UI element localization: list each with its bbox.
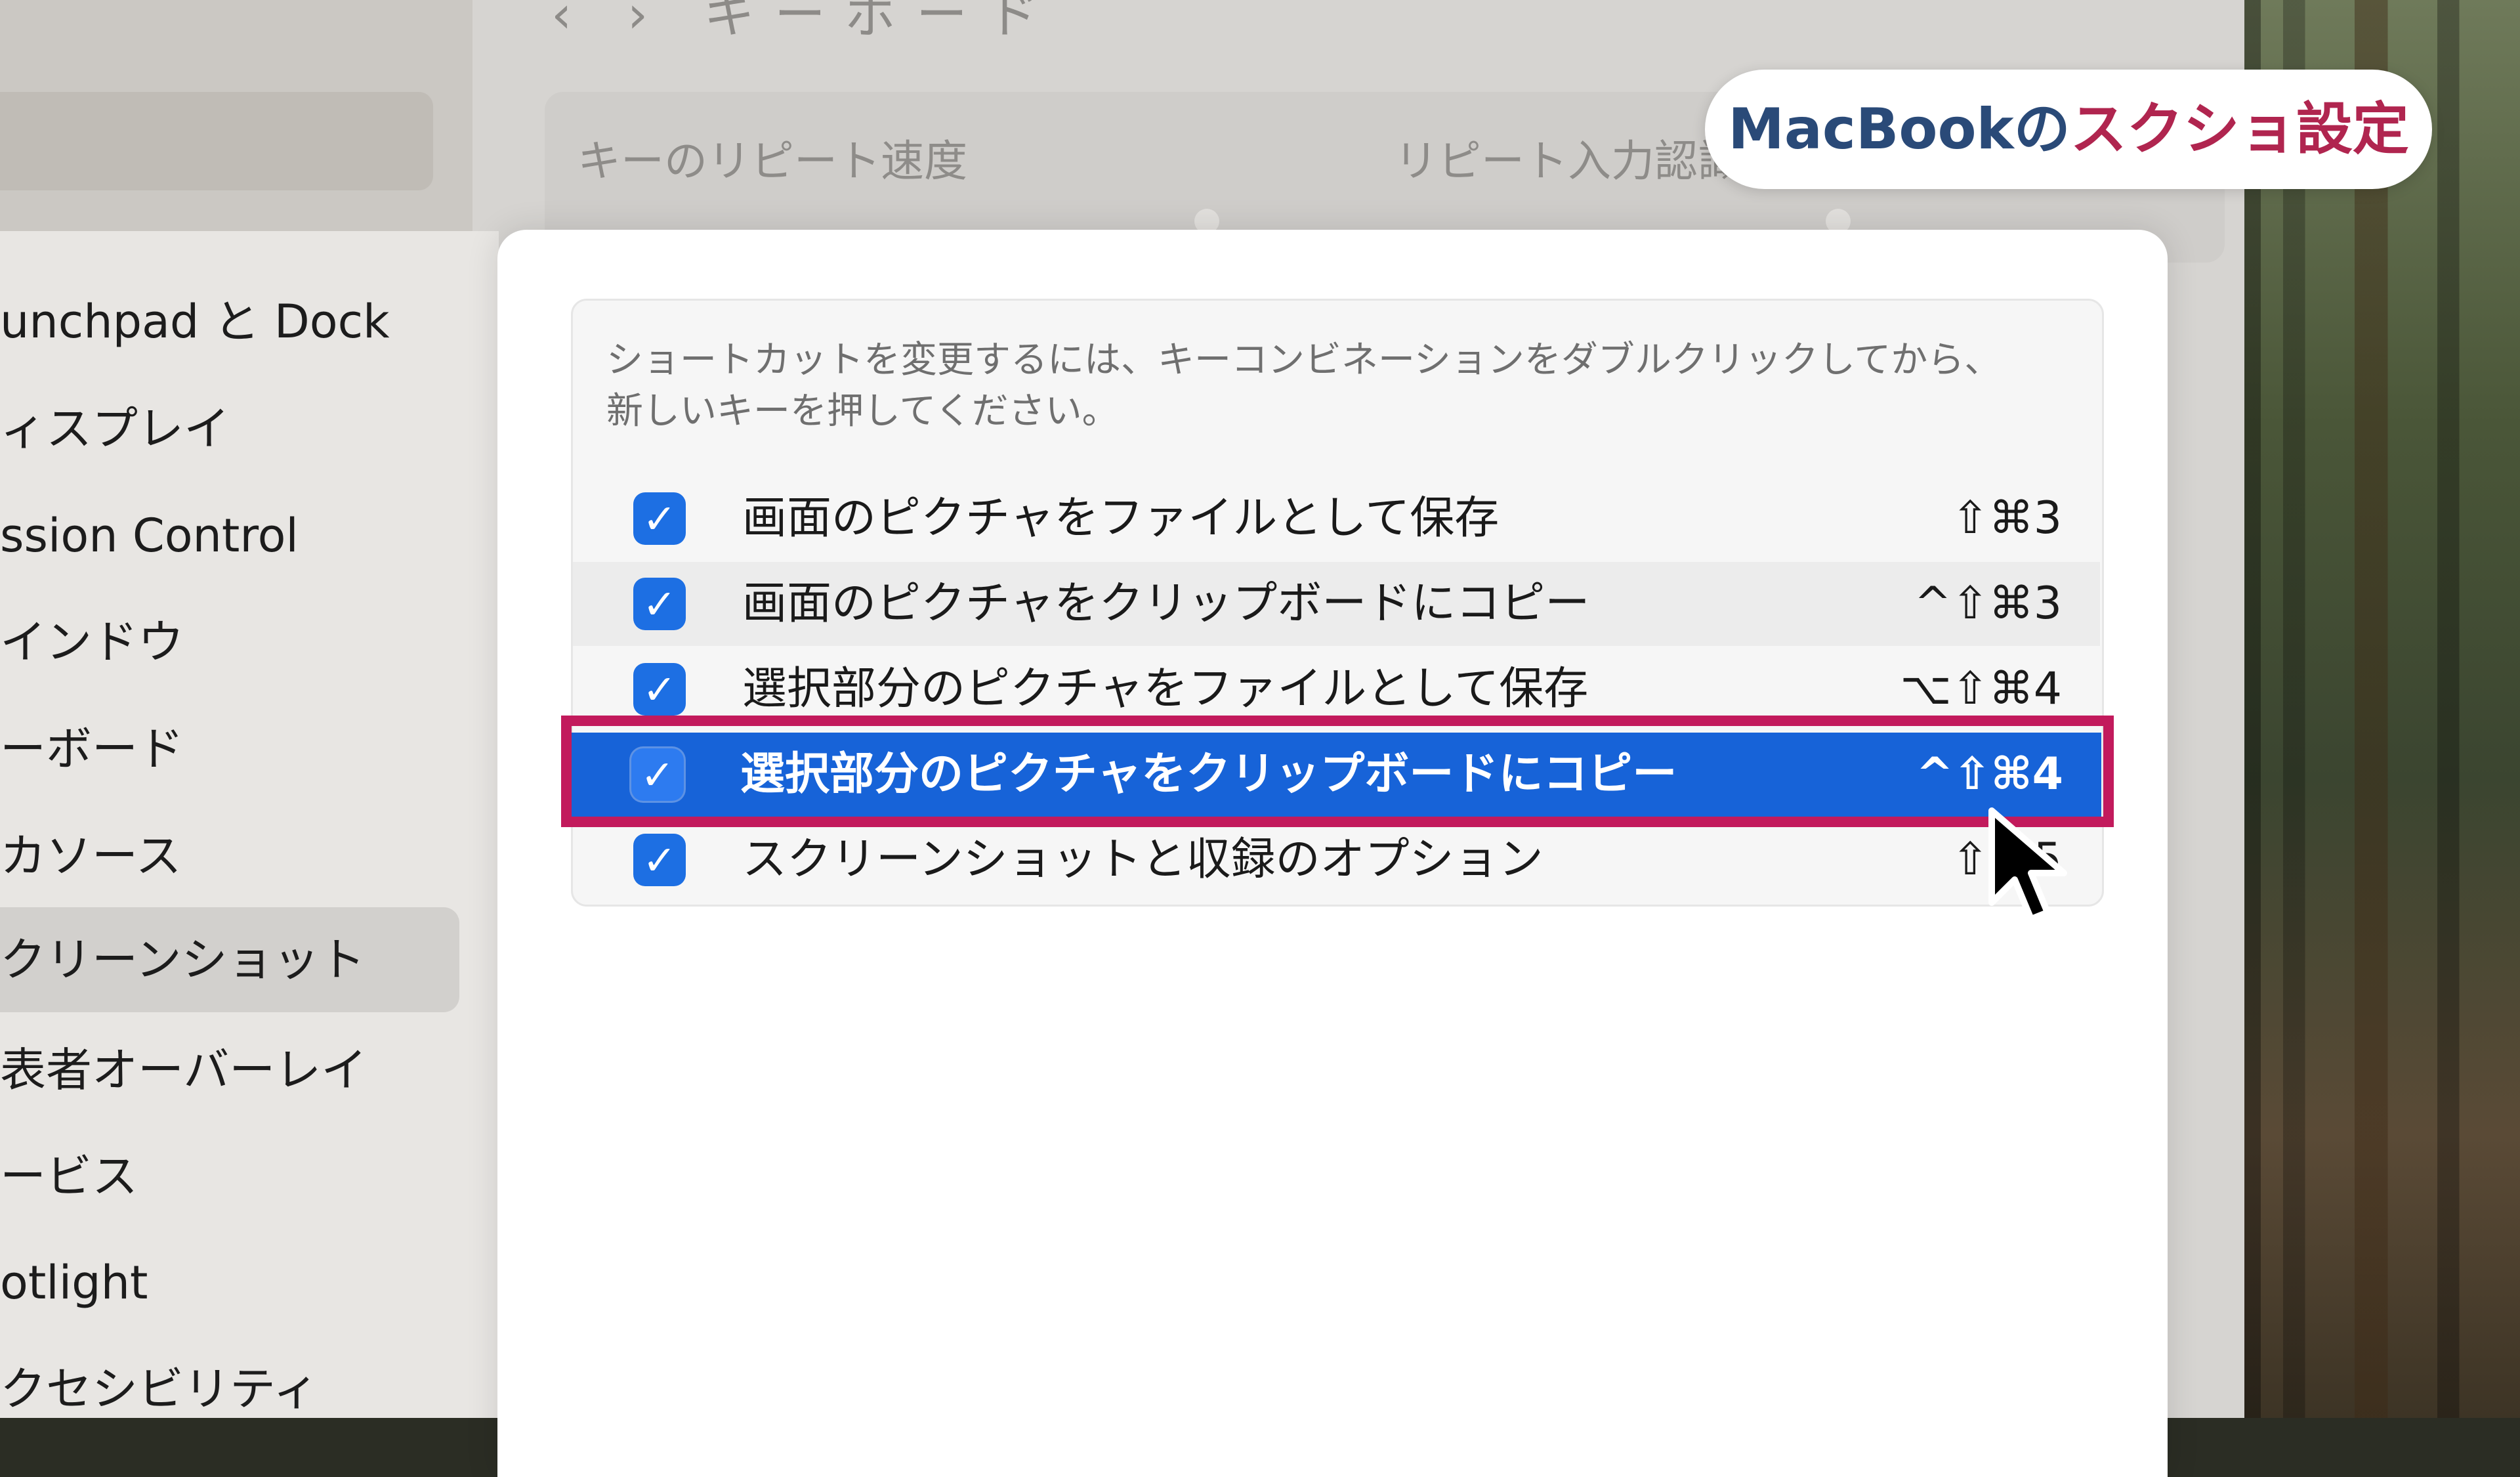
sidebar-item-mission-control[interactable]: ssion Control <box>0 483 459 588</box>
background-search-field <box>0 92 433 190</box>
background-label-repeat-delay: リピート入力認識 <box>1395 136 1741 186</box>
shortcut-row[interactable]: ✓ 画面のピクチャをファイルとして保存 ⇧⌘3 <box>573 477 2100 561</box>
sidebar-item-services[interactable]: ービス <box>0 1124 459 1229</box>
mouse-pointer-icon <box>1988 807 2067 922</box>
checkbox[interactable]: ✓ <box>633 578 686 630</box>
shortcut-row[interactable]: ✓ 画面のピクチャをクリップボードにコピー ^⇧⌘3 <box>573 562 2100 646</box>
background-nav-arrows: ‹ › <box>551 0 668 45</box>
background-label-repeat-speed: キーのリピート速度 <box>578 136 967 186</box>
highlight-annotation-box <box>561 716 2114 827</box>
shortcut-keys[interactable]: ^⇧⌘3 <box>1914 562 2062 646</box>
shortcut-keys[interactable]: ⇧⌘3 <box>1952 477 2062 561</box>
title-badge: MacBookのスクショ設定 <box>1705 70 2432 189</box>
background-nav: ‹ › キーボード <box>551 0 1058 47</box>
sidebar-item-input-sources[interactable]: カソース <box>0 803 459 909</box>
sidebar-item-launchpad-dock[interactable]: unchpad と Dock <box>0 269 459 374</box>
shortcut-row[interactable]: ✓ スクリーンショットと収録のオプション ⇧⌘5 <box>573 818 2100 902</box>
checkbox[interactable]: ✓ <box>633 663 686 716</box>
shortcut-label: 画面のピクチャをクリップボードにコピー <box>742 578 1590 630</box>
sidebar-item-presenter-overlay[interactable]: 表者オーバーレイ <box>0 1017 459 1123</box>
sidebar-item-keyboard[interactable]: ーボード <box>0 696 459 802</box>
checkbox[interactable]: ✓ <box>633 834 686 886</box>
shortcut-instructions: ショートカットを変更するには、キーコンビネーションをダブルクリックしてから、 新… <box>606 335 2050 437</box>
shortcut-label: スクリーンショットと収録のオプション <box>742 834 1544 886</box>
sidebar: unchpad と Dock ィスプレイ ssion Control インドウ … <box>0 231 499 1418</box>
badge-text-accent: スクショ設定 <box>2070 96 2409 162</box>
instructions-line-1: ショートカットを変更するには、キーコンビネーションをダブルクリックしてから、 <box>606 339 2002 381</box>
badge-text-primary: MacBookの <box>1728 96 2070 162</box>
instructions-line-2: 新しいキーを押してください。 <box>606 390 1119 433</box>
sidebar-item-screenshots[interactable]: クリーンショット <box>0 907 459 1012</box>
sidebar-item-display[interactable]: ィスプレイ <box>0 376 459 481</box>
sidebar-item-window[interactable]: インドウ <box>0 589 459 695</box>
background-nav-title: キーボード <box>703 0 1058 45</box>
desktop-wallpaper <box>2244 0 2520 1418</box>
checkbox[interactable]: ✓ <box>633 492 686 545</box>
sidebar-item-accessibility[interactable]: クセシビリティ <box>0 1337 459 1442</box>
sidebar-item-spotlight[interactable]: otlight <box>0 1230 459 1335</box>
shortcut-label: 画面のピクチャをファイルとして保存 <box>742 492 1500 544</box>
